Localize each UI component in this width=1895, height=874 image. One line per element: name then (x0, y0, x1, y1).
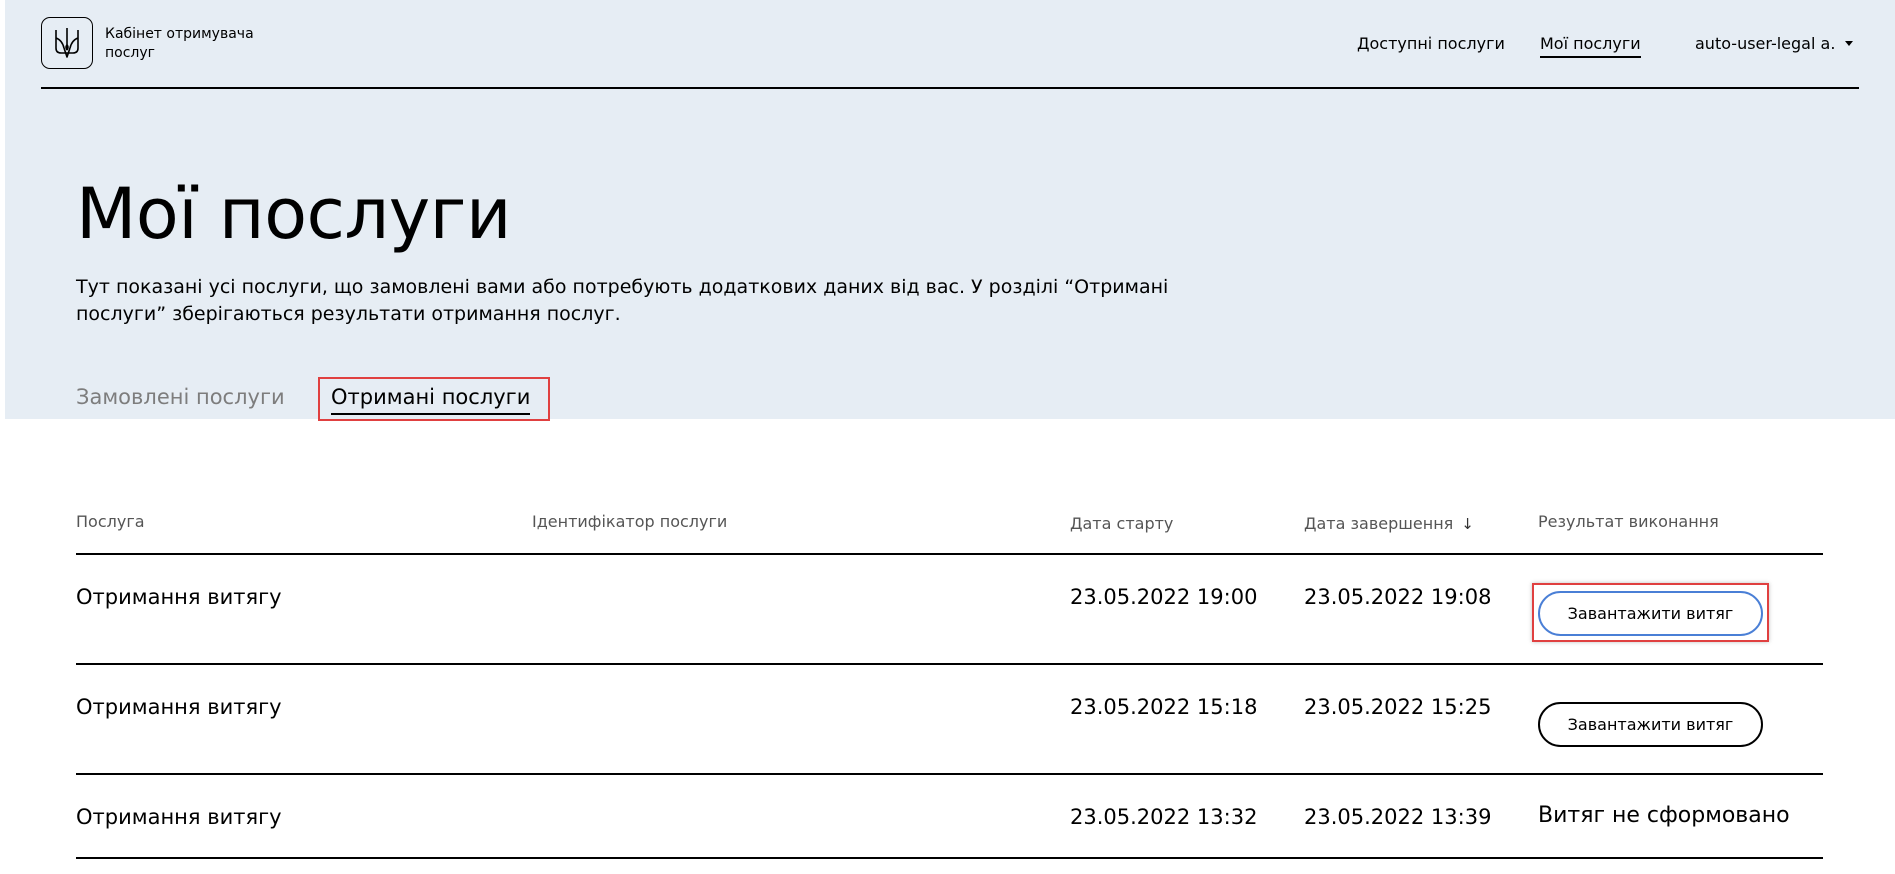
tab-received-services[interactable]: Отримані послуги (331, 384, 531, 415)
table-divider (76, 857, 1823, 859)
service-name: Отримання витягу (76, 805, 282, 829)
download-extract-button[interactable]: Завантажити витяг (1538, 591, 1763, 636)
page: Кабінет отримувача послуг Доступні послу… (0, 0, 1895, 874)
page-description: Тут показані усі послуги, що замовлені в… (76, 276, 1169, 325)
start-date: 23.05.2022 13:32 (1070, 805, 1258, 829)
table-divider (76, 773, 1823, 775)
nav-my-services[interactable]: Мої послуги (1540, 34, 1641, 58)
column-header-end-date[interactable]: Дата завершення ↓ (1304, 514, 1474, 534)
user-menu[interactable]: auto-user-legal a. (1695, 34, 1854, 54)
caret-down-icon (1845, 41, 1854, 46)
end-date: 23.05.2022 13:39 (1304, 805, 1492, 829)
service-name: Отримання витягу (76, 585, 282, 609)
end-date: 23.05.2022 19:08 (1304, 585, 1492, 609)
column-header-start-date[interactable]: Дата старту (1070, 514, 1173, 534)
table-divider (76, 553, 1823, 555)
column-header-service-id: Ідентифікатор послуги (532, 512, 728, 531)
table-divider (76, 663, 1823, 665)
header-divider (41, 87, 1859, 89)
arrow-down-icon: ↓ (1461, 515, 1474, 533)
page-title: Мої послуги (76, 173, 511, 255)
download-extract-button[interactable]: Завантажити витяг (1538, 702, 1763, 747)
column-header-result: Результат виконання (1538, 512, 1719, 531)
tab-ordered-services[interactable]: Замовлені послуги (76, 384, 285, 410)
user-name: auto-user-legal a. (1695, 34, 1836, 53)
trident-icon (55, 28, 79, 58)
logo-text[interactable]: Кабінет отримувача послуг (105, 25, 285, 63)
column-header-end-date-label: Дата завершення (1304, 514, 1454, 533)
nav-available-services[interactable]: Доступні послуги (1357, 34, 1505, 54)
column-header-service: Послуга (76, 512, 145, 531)
logo[interactable] (41, 17, 93, 69)
start-date: 23.05.2022 15:18 (1070, 695, 1258, 719)
service-name: Отримання витягу (76, 695, 282, 719)
end-date: 23.05.2022 15:25 (1304, 695, 1492, 719)
result-status: Витяг не сформовано (1538, 803, 1790, 828)
start-date: 23.05.2022 19:00 (1070, 585, 1258, 609)
